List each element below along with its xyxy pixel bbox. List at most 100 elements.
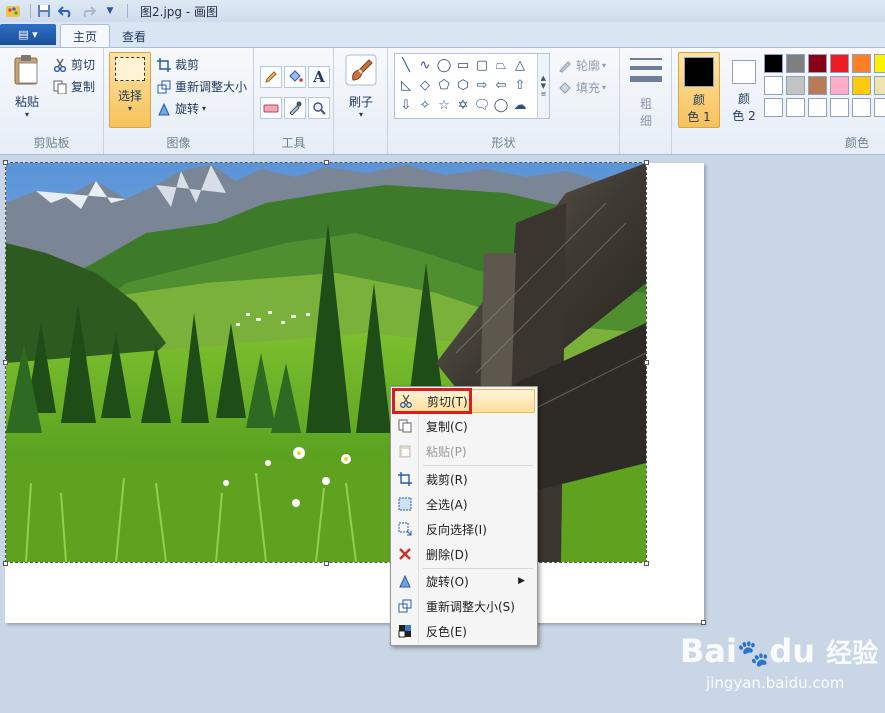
landscape-image[interactable] bbox=[6, 163, 646, 562]
palette-swatch[interactable] bbox=[852, 76, 871, 95]
color2-swatch bbox=[732, 60, 756, 84]
color1-button[interactable]: 颜 色 1 bbox=[678, 52, 720, 128]
clipboard-icon bbox=[12, 54, 42, 89]
color-picker-icon[interactable] bbox=[284, 97, 306, 119]
chevron-down-icon: ▾ bbox=[602, 61, 607, 70]
selection-handle[interactable] bbox=[324, 160, 329, 165]
invert-color-icon bbox=[393, 624, 417, 638]
curve-shape-icon[interactable]: ∿ bbox=[416, 56, 434, 74]
palette-swatch[interactable] bbox=[874, 98, 885, 117]
copy-icon bbox=[52, 79, 68, 95]
outline-button[interactable]: 轮廓 ▾ bbox=[557, 57, 606, 74]
palette-swatch[interactable] bbox=[852, 98, 871, 117]
fill-bucket-icon[interactable] bbox=[284, 66, 306, 88]
shapes-scrollbar[interactable]: ▲ ▼ ≡ bbox=[537, 54, 549, 118]
rectangle-shape-icon[interactable]: ▭ bbox=[454, 56, 472, 74]
polygon-shape-icon[interactable]: ⏢ bbox=[492, 56, 510, 74]
up-arrow-shape-icon[interactable]: ⇧ bbox=[511, 76, 529, 94]
menu-item-invert-color[interactable]: 反色(E) bbox=[393, 619, 535, 643]
color2-button[interactable]: 颜 色 2 bbox=[724, 52, 764, 124]
palette-swatch[interactable] bbox=[764, 98, 783, 117]
save-icon[interactable] bbox=[35, 2, 53, 20]
customize-icon[interactable]: ▼ bbox=[101, 2, 119, 20]
right-arrow-shape-icon[interactable]: ⇨ bbox=[473, 76, 491, 94]
cloud-callout-shape-icon[interactable]: ☁ bbox=[511, 96, 529, 114]
undo-icon[interactable] bbox=[57, 2, 75, 20]
resize-button[interactable]: 重新调整大小 bbox=[156, 78, 247, 95]
menu-item-select-all[interactable]: 全选(A) bbox=[393, 492, 535, 516]
oval-shape-icon[interactable]: ◯ bbox=[435, 56, 453, 74]
palette-swatch[interactable] bbox=[786, 54, 805, 73]
palette-swatch[interactable] bbox=[874, 76, 885, 95]
selection-handle[interactable] bbox=[3, 561, 8, 566]
brush-button[interactable]: 刷子 ▾ bbox=[342, 54, 380, 119]
down-arrow-shape-icon[interactable]: ⇩ bbox=[397, 96, 415, 114]
rotate-button[interactable]: 旋转 ▾ bbox=[156, 100, 206, 117]
menu-item-invert-selection[interactable]: 反向选择(I) bbox=[393, 517, 535, 541]
tab-view[interactable]: 查看 bbox=[110, 24, 158, 48]
crop-icon bbox=[156, 57, 172, 73]
palette-swatch[interactable] bbox=[764, 54, 783, 73]
menu-separator bbox=[423, 465, 533, 466]
palette-swatch[interactable] bbox=[830, 98, 849, 117]
rounded-rectangle-shape-icon[interactable]: ▢ bbox=[473, 56, 491, 74]
menu-item-resize[interactable]: 重新调整大小(S) bbox=[393, 594, 535, 618]
size-label-line2: 细 bbox=[639, 114, 652, 128]
pencil-icon[interactable] bbox=[260, 66, 282, 88]
text-tool-icon[interactable]: A bbox=[308, 66, 330, 88]
palette-swatch[interactable] bbox=[852, 54, 871, 73]
menu-item-cut[interactable]: 剪切(T) bbox=[393, 389, 535, 413]
line-shape-icon[interactable]: ╲ bbox=[397, 56, 415, 74]
crop-button[interactable]: 裁剪 bbox=[156, 56, 199, 73]
palette-swatch[interactable] bbox=[786, 98, 805, 117]
redo-icon[interactable] bbox=[79, 2, 97, 20]
select-rect-icon bbox=[115, 57, 145, 81]
five-point-star-shape-icon[interactable]: ☆ bbox=[435, 96, 453, 114]
menu-item-rotate[interactable]: 旋转(O) ▶ bbox=[393, 569, 535, 593]
select-button[interactable]: 选择 ▾ bbox=[109, 52, 151, 128]
pentagon-shape-icon[interactable]: ⬠ bbox=[435, 76, 453, 94]
selection-handle[interactable] bbox=[3, 360, 8, 365]
right-triangle-shape-icon[interactable]: ◺ bbox=[397, 76, 415, 94]
palette-swatch[interactable] bbox=[808, 54, 827, 73]
diamond-shape-icon[interactable]: ◇ bbox=[416, 76, 434, 94]
clipboard-group-label: 剪贴板 bbox=[33, 136, 70, 150]
magnifier-icon[interactable] bbox=[308, 97, 330, 119]
six-point-star-shape-icon[interactable]: ✡ bbox=[454, 96, 472, 114]
menu-item-copy[interactable]: 复制(C) bbox=[393, 414, 535, 438]
oval-callout-shape-icon[interactable]: ◯ bbox=[492, 96, 510, 114]
palette-swatch[interactable] bbox=[808, 76, 827, 95]
selection-handle[interactable] bbox=[644, 360, 649, 365]
palette-swatch[interactable] bbox=[764, 76, 783, 95]
menu-item-paste[interactable]: 粘贴(P) bbox=[393, 439, 535, 463]
separator bbox=[127, 4, 128, 18]
cut-button[interactable]: 剪切 bbox=[52, 56, 95, 73]
triangle-shape-icon[interactable]: △ bbox=[511, 56, 529, 74]
menu-item-label: 删除(D) bbox=[426, 547, 469, 562]
fill-button[interactable]: 填充 ▾ bbox=[557, 79, 606, 96]
eraser-icon[interactable] bbox=[260, 97, 282, 119]
selection-handle[interactable] bbox=[644, 561, 649, 566]
selection-handle[interactable] bbox=[324, 561, 329, 566]
canvas-resize-handle[interactable] bbox=[701, 620, 706, 625]
four-point-star-shape-icon[interactable]: ✧ bbox=[416, 96, 434, 114]
menu-item-delete[interactable]: 删除(D) bbox=[393, 542, 535, 566]
copy-button[interactable]: 复制 bbox=[52, 78, 95, 95]
hexagon-shape-icon[interactable]: ⬡ bbox=[454, 76, 472, 94]
palette-swatch[interactable] bbox=[874, 54, 885, 73]
menu-item-crop[interactable]: 裁剪(R) bbox=[393, 467, 535, 491]
palette-swatch[interactable] bbox=[830, 76, 849, 95]
palette-swatch[interactable] bbox=[808, 98, 827, 117]
left-arrow-shape-icon[interactable]: ⇦ bbox=[492, 76, 510, 94]
tab-home[interactable]: 主页 bbox=[60, 24, 111, 48]
palette-swatch[interactable] bbox=[830, 54, 849, 73]
selection-handle[interactable] bbox=[644, 160, 649, 165]
selection-handle[interactable] bbox=[3, 160, 8, 165]
palette-swatch[interactable] bbox=[786, 76, 805, 95]
size-button[interactable]: 粗 细 bbox=[628, 56, 664, 129]
file-menu-button[interactable]: ▤ ▾ bbox=[0, 24, 56, 45]
rect-callout-shape-icon[interactable]: 🗨 bbox=[473, 96, 491, 114]
resize-icon bbox=[156, 79, 172, 95]
paint-app-icon[interactable] bbox=[4, 2, 22, 20]
paste-button[interactable]: 粘贴 ▾ bbox=[8, 54, 46, 119]
